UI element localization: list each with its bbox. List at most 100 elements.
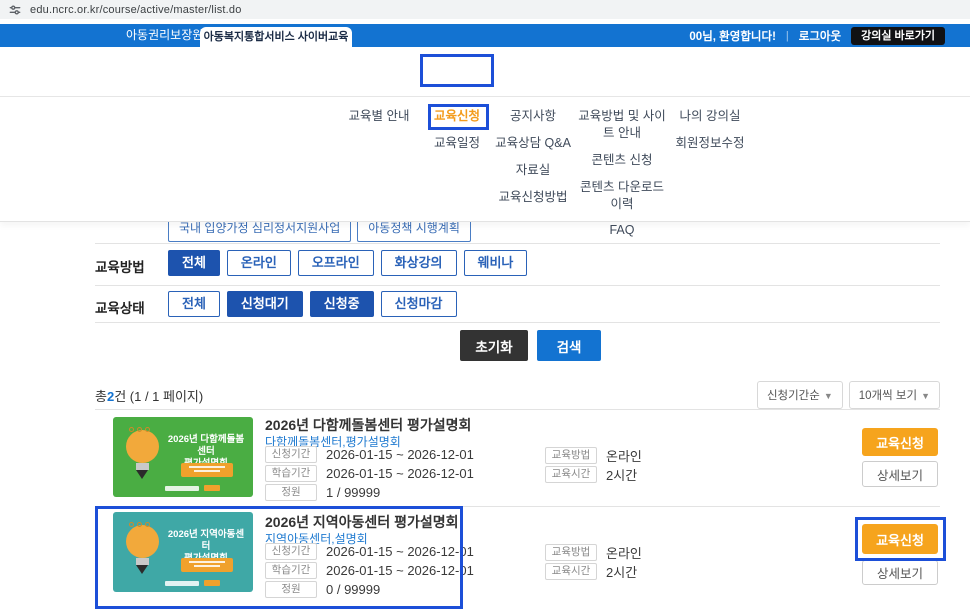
divider <box>95 506 940 507</box>
course-title[interactable]: 2026년 다함께돌봄센터 평가설명회 <box>265 415 471 435</box>
status-option-all[interactable]: 전체 <box>168 291 220 317</box>
list-controls: 신청기간순 ▼ 10개씩 보기 ▼ <box>757 381 940 409</box>
page-url[interactable]: edu.ncrc.or.kr/course/active/master/list… <box>30 4 242 16</box>
divider <box>95 285 940 286</box>
hours-value: 2시간 <box>606 465 637 484</box>
method-label: 교육방법 <box>545 447 597 464</box>
method-row: 교육방법 온라인 <box>545 543 642 562</box>
menu-item-apply-howto[interactable]: 교육신청방법 <box>478 189 588 206</box>
menu-item-my-classroom[interactable]: 나의 강의실 <box>655 108 765 125</box>
filter-method-options: 전체 온라인 오프라인 화상강의 웨비나 <box>168 250 527 276</box>
method-option-offline[interactable]: 오프라인 <box>298 250 374 276</box>
method-option-video[interactable]: 화상강의 <box>381 250 457 276</box>
divider <box>95 322 940 323</box>
bulb-base-art <box>136 558 149 565</box>
study-period-row: 학습기간 2026-01-15 ~ 2026-12-01 <box>265 465 474 482</box>
browser-url-bar: edu.ncrc.or.kr/course/active/master/list… <box>0 0 970 19</box>
course-thumbnail[interactable]: 2026년 다함께돌봄센터 평가설명회 <box>113 417 253 497</box>
filter-status-label: 교육상태 <box>95 297 145 317</box>
menu-item-qna[interactable]: 교육상담 Q&A <box>478 135 588 152</box>
pencil-tip-art <box>136 565 148 574</box>
chevron-down-icon: ▼ <box>921 391 930 401</box>
chevron-down-icon: ▼ <box>824 391 833 401</box>
study-period-label: 학습기간 <box>265 562 317 579</box>
menu-item-content-request[interactable]: 콘텐츠 신청 <box>578 152 666 169</box>
course-thumbnail[interactable]: 2026년 지역아동센터 평가설명회 <box>113 512 253 592</box>
result-count: 총2건 (1 / 1 페이지) <box>95 386 203 405</box>
menu-item-download-history[interactable]: 콘텐츠 다운로드 이력 <box>578 179 666 213</box>
result-count-suffix: 건 (1 / 1 페이지) <box>114 389 203 404</box>
status-option-closed[interactable]: 신청마감 <box>381 291 457 317</box>
capacity-label: 정원 <box>265 484 317 501</box>
hours-value: 2시간 <box>606 562 637 581</box>
hours-row: 교육시간 2시간 <box>545 562 637 581</box>
method-option-all[interactable]: 전체 <box>168 250 220 276</box>
menu-item-archive[interactable]: 자료실 <box>478 162 588 179</box>
method-option-online[interactable]: 온라인 <box>227 250 291 276</box>
study-period-label: 학습기간 <box>265 465 317 482</box>
course-title[interactable]: 2026년 지역아동센터 평가설명회 <box>265 512 458 532</box>
pencil-tip-art <box>136 470 148 479</box>
topbar-separator: | <box>786 30 789 42</box>
classroom-shortcut-button[interactable]: 강의실 바로가기 <box>851 27 945 45</box>
tab-cyber-education-center[interactable]: 아동복지통합서비스 사이버교육센터 <box>200 27 352 47</box>
mega-col-legal: 교육방법 및 사이트 안내 콘텐츠 신청 콘텐츠 다운로드 이력 FAQ <box>578 108 666 249</box>
divider <box>95 409 940 410</box>
menu-item-edit-profile[interactable]: 회원정보수정 <box>655 135 765 152</box>
apply-course-button[interactable]: 교육신청 <box>862 524 938 554</box>
page-size-label: 10개씩 보기 <box>859 390 917 402</box>
thumbnail-logos <box>165 485 220 491</box>
reset-button[interactable]: 초기화 <box>460 330 528 361</box>
apply-period-label: 신청기간 <box>265 446 317 463</box>
status-option-open[interactable]: 신청중 <box>310 291 374 317</box>
top-utility-bar: 아동권리보장원 아동복지통합서비스 사이버교육센터 00님, 환영합니다! | … <box>0 24 970 47</box>
menu-item-faq[interactable]: FAQ <box>578 222 666 239</box>
method-row: 교육방법 온라인 <box>545 446 642 465</box>
lightbulb-art <box>126 525 159 558</box>
thumbnail-date-badge <box>181 558 233 572</box>
method-value: 온라인 <box>606 446 642 465</box>
capacity-row: 정원 1 / 99999 <box>265 484 380 501</box>
apply-period-row: 신청기간 2026-01-15 ~ 2026-12-01 <box>265 446 474 463</box>
sort-order-label: 신청기간순 <box>767 390 820 402</box>
mega-col-mypage: 나의 강의실 회원정보수정 <box>655 108 765 162</box>
lightbulb-art <box>126 430 159 463</box>
status-option-waiting[interactable]: 신청대기 <box>227 291 303 317</box>
study-period-value: 2026-01-15 ~ 2026-12-01 <box>326 563 474 578</box>
capacity-row: 정원 0 / 99999 <box>265 581 380 598</box>
bulb-base-art <box>136 463 149 470</box>
divider <box>95 243 940 244</box>
study-period-value: 2026-01-15 ~ 2026-12-01 <box>326 466 474 481</box>
page: edu.ncrc.or.kr/course/active/master/list… <box>0 0 970 612</box>
search-button[interactable]: 검색 <box>537 330 601 361</box>
filter-method-label: 교육방법 <box>95 256 145 276</box>
menu-item-site-guide[interactable]: 교육방법 및 사이트 안내 <box>578 108 666 142</box>
hours-label: 교육시간 <box>545 563 597 580</box>
logout-link[interactable]: 로그아웃 <box>799 28 841 44</box>
apply-period-row: 신청기간 2026-01-15 ~ 2026-12-01 <box>265 543 474 560</box>
capacity-label: 정원 <box>265 581 317 598</box>
thumbnail-logos <box>165 580 220 586</box>
mega-menu-panel: 교육별 안내 교육신청 교육일정 공지사항 교육상담 Q&A 자료실 교육신청방… <box>0 98 970 222</box>
hours-label: 교육시간 <box>545 466 597 483</box>
course-detail-button[interactable]: 상세보기 <box>862 560 938 585</box>
apply-period-value: 2026-01-15 ~ 2026-12-01 <box>326 447 474 462</box>
capacity-value: 0 / 99999 <box>326 582 380 597</box>
welcome-message: 00님, 환영합니다! <box>689 28 776 44</box>
apply-period-value: 2026-01-15 ~ 2026-12-01 <box>326 544 474 559</box>
method-value: 온라인 <box>606 543 642 562</box>
topbar-user-area: 00님, 환영합니다! | 로그아웃 강의실 바로가기 <box>689 24 945 47</box>
hours-row: 교육시간 2시간 <box>545 465 637 484</box>
page-size-select[interactable]: 10개씩 보기 ▼ <box>849 381 940 409</box>
apply-course-button[interactable]: 교육신청 <box>862 428 938 456</box>
result-count-prefix: 총 <box>95 389 107 404</box>
method-option-webinar[interactable]: 웨비나 <box>464 250 528 276</box>
menu-item-notice[interactable]: 공지사항 <box>478 108 588 125</box>
mega-col-customer: 공지사항 교육상담 Q&A 자료실 교육신청방법 <box>478 108 588 216</box>
method-label: 교육방법 <box>545 544 597 561</box>
sort-order-select[interactable]: 신청기간순 ▼ <box>757 381 843 409</box>
capacity-value: 1 / 99999 <box>326 485 380 500</box>
site-header: 아동이 행복한 세상 아동권리보장원 National Center for t… <box>0 47 970 97</box>
course-detail-button[interactable]: 상세보기 <box>862 461 938 487</box>
site-settings-icon[interactable] <box>8 3 22 17</box>
